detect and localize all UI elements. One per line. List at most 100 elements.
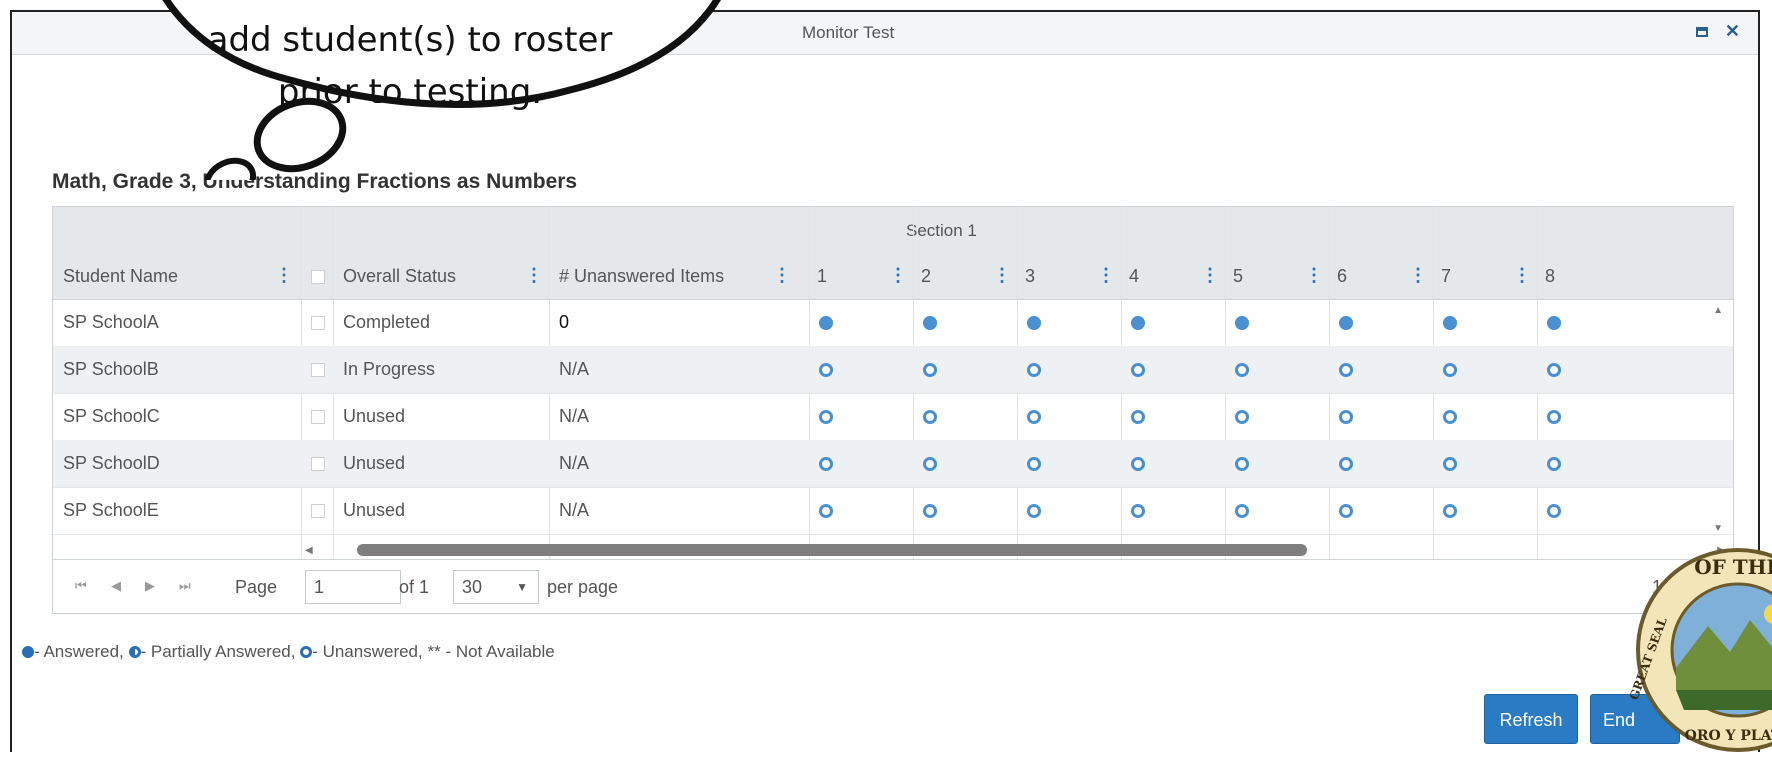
- column-menu-icon[interactable]: ⋮: [1305, 253, 1323, 299]
- refresh-button[interactable]: Refresh: [1484, 694, 1578, 744]
- scroll-left-icon[interactable]: ◀: [305, 545, 313, 556]
- header-item-4[interactable]: 4: [1129, 253, 1139, 299]
- unanswered-dot-icon[interactable]: [819, 410, 833, 424]
- answered-dot-icon[interactable]: [1235, 316, 1249, 330]
- scroll-down-icon[interactable]: ▼: [1713, 523, 1723, 534]
- answered-dot-icon[interactable]: [1547, 316, 1561, 330]
- unanswered-dot-icon[interactable]: [1547, 457, 1561, 471]
- last-page-icon[interactable]: ⏭: [179, 578, 191, 594]
- unanswered-dot-icon[interactable]: [923, 504, 937, 518]
- unanswered-dot-icon[interactable]: [1339, 504, 1353, 518]
- row-checkbox[interactable]: [311, 316, 325, 330]
- header-item-2[interactable]: 2: [921, 253, 931, 299]
- overall-status-cell: In Progress: [343, 359, 436, 379]
- answered-dot-icon[interactable]: [923, 316, 937, 330]
- row-checkbox[interactable]: [311, 504, 325, 518]
- unanswered-dot-icon[interactable]: [1027, 363, 1041, 377]
- seal-motto: ORO Y PLATA: [1685, 728, 1772, 744]
- unanswered-dot-icon[interactable]: [1027, 410, 1041, 424]
- prev-page-icon[interactable]: ◀: [111, 578, 121, 594]
- answered-dot-icon[interactable]: [1443, 316, 1457, 330]
- unanswered-dot-icon[interactable]: [923, 363, 937, 377]
- header-item-8[interactable]: 8: [1545, 253, 1555, 299]
- table-row[interactable]: SP SchoolA Completed 0: [53, 299, 1733, 347]
- page-number-input[interactable]: [305, 570, 401, 604]
- unanswered-dot-icon[interactable]: [1131, 410, 1145, 424]
- unanswered-dot-icon[interactable]: [923, 410, 937, 424]
- next-page-icon[interactable]: ▶: [145, 578, 155, 594]
- chevron-down-icon: ▼: [516, 580, 528, 594]
- row-checkbox[interactable]: [311, 363, 325, 377]
- unanswered-dot-icon[interactable]: [1027, 457, 1041, 471]
- column-menu-icon[interactable]: ⋮: [1513, 253, 1531, 299]
- unanswered-dot-icon[interactable]: [819, 363, 833, 377]
- seal-text-top: OF THE: [1694, 555, 1772, 579]
- answered-dot-icon[interactable]: [1131, 316, 1145, 330]
- per-page-value: 30: [462, 577, 483, 597]
- row-checkbox[interactable]: [311, 410, 325, 424]
- header-item-1[interactable]: 1: [817, 253, 827, 299]
- unanswered-dot-icon[interactable]: [1443, 363, 1457, 377]
- table-row[interactable]: SP SchoolB In Progress N/A: [53, 346, 1733, 394]
- table-row[interactable]: SP SchoolE Unused N/A: [53, 487, 1733, 535]
- unanswered-dot-icon[interactable]: [1547, 410, 1561, 424]
- unanswered-dot-icon[interactable]: [1339, 410, 1353, 424]
- header-overall-status[interactable]: Overall Status: [343, 253, 456, 299]
- header-item-6[interactable]: 6: [1337, 253, 1347, 299]
- unanswered-dot-icon[interactable]: [1235, 504, 1249, 518]
- answered-dot-icon[interactable]: [1339, 316, 1353, 330]
- unanswered-dot-icon[interactable]: [1027, 504, 1041, 518]
- unanswered-dot-icon[interactable]: [1443, 504, 1457, 518]
- column-menu-icon[interactable]: ⋮: [993, 253, 1011, 299]
- unanswered-dot-icon[interactable]: [1443, 457, 1457, 471]
- per-page-select[interactable]: 30 ▼: [453, 570, 539, 604]
- header-item-3[interactable]: 3: [1025, 253, 1035, 299]
- column-menu-icon[interactable]: ⋮: [889, 253, 907, 299]
- unanswered-count-cell: 0: [559, 312, 570, 332]
- column-menu-icon[interactable]: ⋮: [1409, 253, 1427, 299]
- horizontal-scrollbar-thumb[interactable]: [357, 544, 1307, 556]
- unanswered-dot-icon[interactable]: [1235, 457, 1249, 471]
- unanswered-dot-icon[interactable]: [1339, 457, 1353, 471]
- column-menu-icon[interactable]: ⋮: [525, 253, 543, 299]
- unanswered-dot-icon[interactable]: [819, 504, 833, 518]
- answered-dot-icon: [22, 646, 34, 658]
- header-student-name[interactable]: Student Name: [63, 253, 178, 299]
- unanswered-dot-icon[interactable]: [1339, 363, 1353, 377]
- column-menu-icon[interactable]: ⋮: [1201, 253, 1219, 299]
- header-item-7[interactable]: 7: [1441, 253, 1451, 299]
- legend-partial: - Partially Answered,: [140, 642, 296, 661]
- unanswered-dot-icon[interactable]: [923, 457, 937, 471]
- first-page-icon[interactable]: ⏮: [75, 578, 87, 594]
- row-checkbox[interactable]: [311, 457, 325, 471]
- state-seal-logo: OF THE ORO Y PLATA GREAT SEAL: [1628, 548, 1772, 752]
- table-row[interactable]: SP SchoolD Unused N/A: [53, 440, 1733, 488]
- answered-dot-icon[interactable]: [1027, 316, 1041, 330]
- student-name-cell: SP SchoolE: [63, 500, 159, 520]
- overall-status-cell: Unused: [343, 406, 406, 426]
- unanswered-dot-icon[interactable]: [1547, 363, 1561, 377]
- column-menu-icon[interactable]: ⋮: [1097, 253, 1115, 299]
- unanswered-dot-icon[interactable]: [1131, 504, 1145, 518]
- close-icon[interactable]: ✕: [1725, 21, 1740, 42]
- unanswered-dot-icon[interactable]: [819, 457, 833, 471]
- answered-dot-icon[interactable]: [819, 316, 833, 330]
- unanswered-dot-icon[interactable]: [1131, 457, 1145, 471]
- unanswered-dot-icon[interactable]: [1443, 410, 1457, 424]
- status-legend: - Answered, - Partially Answered, - Unan…: [22, 642, 555, 662]
- window-title: Monitor Test: [802, 23, 895, 42]
- table-row[interactable]: SP SchoolC Unused N/A: [53, 393, 1733, 441]
- header-item-5[interactable]: 5: [1233, 253, 1243, 299]
- unanswered-dot-icon[interactable]: [1235, 363, 1249, 377]
- unanswered-dot-icon[interactable]: [1235, 410, 1249, 424]
- column-menu-icon[interactable]: ⋮: [275, 253, 293, 299]
- unanswered-dot-icon[interactable]: [1547, 504, 1561, 518]
- unanswered-count-cell: N/A: [559, 359, 590, 379]
- select-all-checkbox[interactable]: [311, 270, 325, 284]
- maximize-icon[interactable]: [1696, 27, 1708, 37]
- unanswered-dot-icon[interactable]: [1131, 363, 1145, 377]
- scroll-up-icon[interactable]: ▲: [1713, 305, 1723, 316]
- column-menu-icon[interactable]: ⋮: [773, 253, 791, 299]
- header-unanswered-items[interactable]: # Unanswered Items: [559, 253, 724, 299]
- page-label: Page: [235, 577, 278, 597]
